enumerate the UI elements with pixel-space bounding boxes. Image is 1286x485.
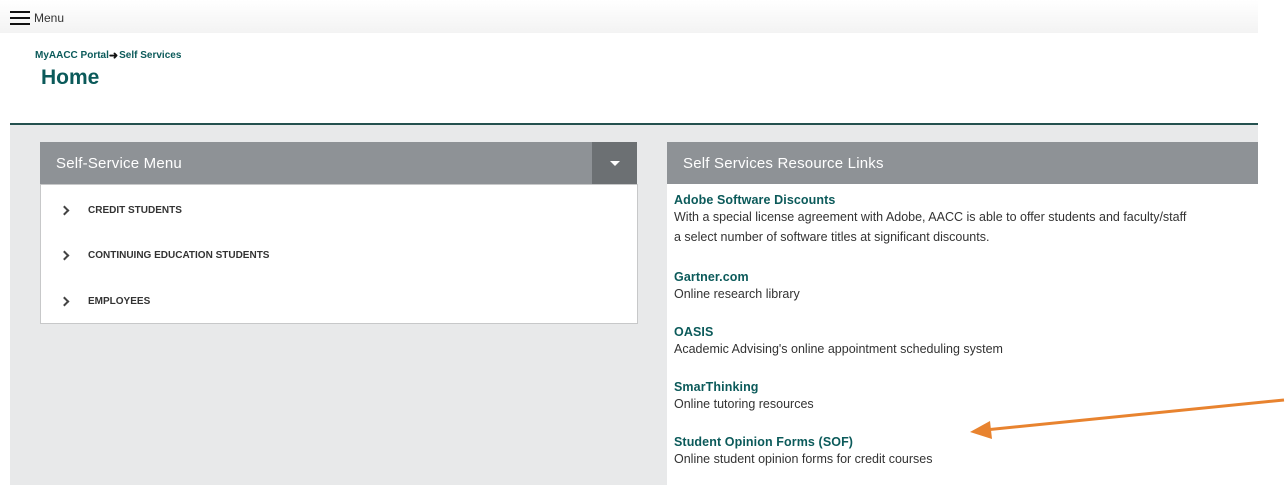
menu-collapse-toggle[interactable] xyxy=(592,142,637,184)
link-student-opinion-forms[interactable]: Student Opinion Forms (SOF) xyxy=(674,435,932,449)
hamburger-icon xyxy=(10,11,30,25)
link-smarthinking[interactable]: SmarThinking xyxy=(674,380,814,394)
link-adobe-software-discounts[interactable]: Adobe Software Discounts xyxy=(674,193,1186,207)
resource-link-item: OASIS Academic Advising's online appoint… xyxy=(674,325,1003,359)
top-bar: Menu xyxy=(0,0,1258,33)
caret-down-icon xyxy=(609,160,620,166)
breadcrumb: MyAACC Portal ➜ Self Services xyxy=(35,49,181,62)
arrow-right-icon: ➜ xyxy=(108,50,119,62)
resource-links-list: Adobe Software Discounts With a special … xyxy=(667,184,1258,485)
resource-link-item: SmarThinking Online tutoring resources xyxy=(674,380,814,414)
menu-item-label: CREDIT STUDENTS xyxy=(88,204,182,216)
resource-link-item: Gartner.com Online research library xyxy=(674,270,800,304)
page: Menu MyAACC Portal ➜ Self Services Home … xyxy=(0,0,1286,485)
menu-item-label: EMPLOYEES xyxy=(88,295,151,307)
link-description: Online research library xyxy=(674,287,800,301)
resource-links-header: Self Services Resource Links xyxy=(667,142,1258,184)
content-area: Self-Service Menu CREDIT STUDENTS CONTIN… xyxy=(10,125,1258,485)
link-description: Academic Advising's online appointment s… xyxy=(674,342,1003,356)
self-service-menu-title: Self-Service Menu xyxy=(56,154,182,172)
link-description: a select number of software titles at si… xyxy=(674,230,990,244)
link-description: With a special license agreement with Ad… xyxy=(674,210,1187,224)
menu-item-credit-students[interactable]: CREDIT STUDENTS xyxy=(59,202,182,218)
resource-link-item: Student Opinion Forms (SOF) Online stude… xyxy=(674,435,932,469)
resource-links-title: Self Services Resource Links xyxy=(683,154,884,172)
chevron-right-icon xyxy=(59,205,70,215)
menu-label: Menu xyxy=(34,11,65,25)
link-oasis[interactable]: OASIS xyxy=(674,325,1003,339)
menu-item-employees[interactable]: EMPLOYEES xyxy=(59,293,151,309)
page-title: Home xyxy=(41,66,100,89)
link-description: Online tutoring resources xyxy=(674,397,814,411)
link-gartner[interactable]: Gartner.com xyxy=(674,270,800,284)
self-service-menu: CREDIT STUDENTS CONTINUING EDUCATION STU… xyxy=(40,184,638,324)
resource-link-item: Adobe Software Discounts With a special … xyxy=(674,193,1186,247)
menu-item-label: CONTINUING EDUCATION STUDENTS xyxy=(88,249,270,261)
breadcrumb-portal-link[interactable]: MyAACC Portal xyxy=(35,50,109,61)
breadcrumb-current-link[interactable]: Self Services xyxy=(119,50,181,61)
self-service-menu-header: Self-Service Menu xyxy=(40,142,637,184)
chevron-right-icon xyxy=(59,296,70,306)
menu-button[interactable]: Menu xyxy=(10,11,64,25)
chevron-right-icon xyxy=(59,250,70,260)
link-description: Online student opinion forms for credit … xyxy=(674,452,933,466)
menu-item-continuing-education-students[interactable]: CONTINUING EDUCATION STUDENTS xyxy=(59,247,270,263)
